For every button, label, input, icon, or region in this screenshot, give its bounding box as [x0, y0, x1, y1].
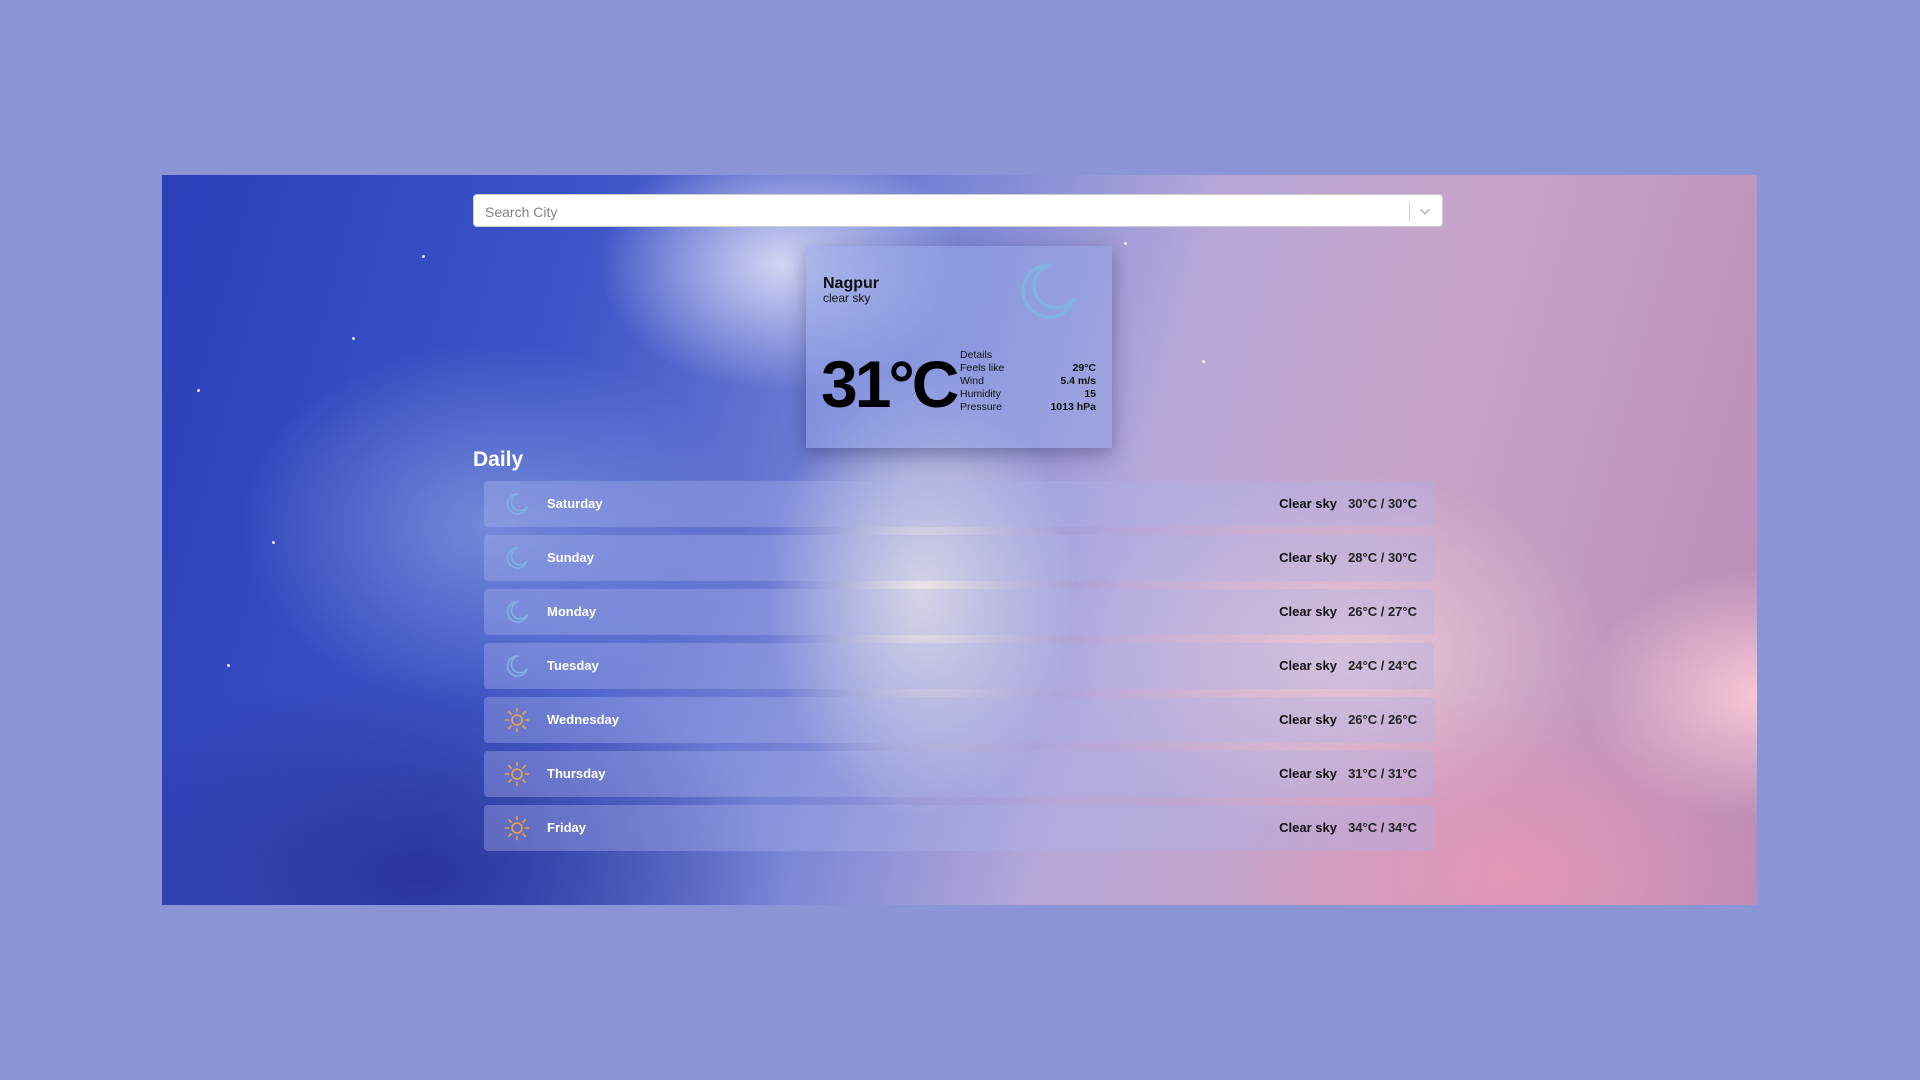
detail-label: Humidity: [960, 388, 1001, 400]
detail-value: 5.4 m/s: [1060, 375, 1096, 387]
daily-row-thursday[interactable]: Thursday Clear sky 31°C / 31°C: [484, 751, 1434, 797]
day-name: Monday: [547, 604, 597, 619]
moon-icon: [1021, 263, 1076, 319]
day-name: Wednesday: [547, 712, 620, 727]
detail-row: Humidity 15: [960, 388, 1096, 401]
moon-icon: [506, 547, 528, 569]
day-condition: Clear sky: [1279, 496, 1337, 511]
day-condition: Clear sky: [1279, 712, 1337, 727]
daily-row-monday[interactable]: Monday Clear sky 26°C / 27°C: [484, 589, 1434, 635]
detail-label: Pressure: [960, 401, 1003, 413]
day-temperature-range: 26°C / 27°C: [1348, 604, 1417, 619]
day-condition: Clear sky: [1279, 550, 1337, 565]
star-decoration: [272, 541, 275, 544]
current-weather-card: Nagpur clear sky 31°C Details Feels like…: [806, 246, 1112, 448]
detail-value: 1013 hPa: [1050, 401, 1096, 413]
sun-icon: [504, 707, 530, 733]
star-decoration: [197, 389, 200, 392]
daily-row-sunday[interactable]: Sunday Clear sky 28°C / 30°C: [484, 535, 1434, 581]
weather-description: clear sky: [823, 291, 871, 305]
day-condition: Clear sky: [1279, 820, 1337, 835]
dropdown-separator: [1409, 202, 1410, 221]
day-name: Sunday: [547, 550, 594, 565]
daily-row-friday[interactable]: Friday Clear sky 34°C / 34°C: [484, 805, 1434, 851]
day-temperature-range: 34°C / 34°C: [1348, 820, 1417, 835]
details-heading: Details: [960, 349, 993, 361]
daily-row-wednesday[interactable]: Wednesday Clear sky 26°C / 26°C: [484, 697, 1434, 743]
star-decoration: [1202, 360, 1205, 363]
day-name: Tuesday: [547, 658, 599, 673]
weather-app-frame: Nagpur clear sky 31°C Details Feels like…: [162, 175, 1757, 905]
star-decoration: [227, 664, 230, 667]
chevron-down-icon[interactable]: [1416, 202, 1434, 220]
day-condition: Clear sky: [1279, 604, 1337, 619]
daily-row-saturday[interactable]: Saturday Clear sky 30°C / 30°C: [484, 481, 1434, 527]
day-temperature-range: 28°C / 30°C: [1348, 550, 1417, 565]
day-condition: Clear sky: [1279, 658, 1337, 673]
moon-icon: [506, 493, 528, 515]
sun-icon: [504, 815, 530, 841]
detail-row: Feels like 29°C: [960, 362, 1096, 375]
city-search-select[interactable]: [473, 194, 1443, 228]
day-name: Friday: [547, 820, 587, 835]
daily-heading: Daily: [473, 448, 524, 471]
daily-row-tuesday[interactable]: Tuesday Clear sky 24°C / 24°C: [484, 643, 1434, 689]
moon-icon: [506, 601, 528, 623]
search-input[interactable]: [483, 195, 1407, 228]
details-panel: Details Feels like 29°C Wind 5.4 m/s Hum…: [960, 349, 1096, 414]
detail-row: Pressure 1013 hPa: [960, 401, 1096, 414]
day-name: Thursday: [547, 766, 606, 781]
star-decoration: [352, 337, 355, 340]
moon-icon: [506, 655, 528, 677]
day-name: Saturday: [547, 496, 603, 511]
detail-value: 15: [1084, 388, 1096, 400]
day-temperature-range: 26°C / 26°C: [1348, 712, 1417, 727]
star-decoration: [422, 255, 425, 258]
day-temperature-range: 31°C / 31°C: [1348, 766, 1417, 781]
current-temperature: 31°C: [821, 347, 959, 421]
day-temperature-range: 24°C / 24°C: [1348, 658, 1417, 673]
detail-label: Feels like: [960, 362, 1005, 374]
star-decoration: [1124, 242, 1127, 245]
sun-icon: [504, 761, 530, 787]
day-condition: Clear sky: [1279, 766, 1337, 781]
day-temperature-range: 30°C / 30°C: [1348, 496, 1417, 511]
detail-row: Wind 5.4 m/s: [960, 375, 1096, 388]
detail-value: 29°C: [1072, 362, 1096, 374]
detail-label: Wind: [960, 375, 984, 387]
